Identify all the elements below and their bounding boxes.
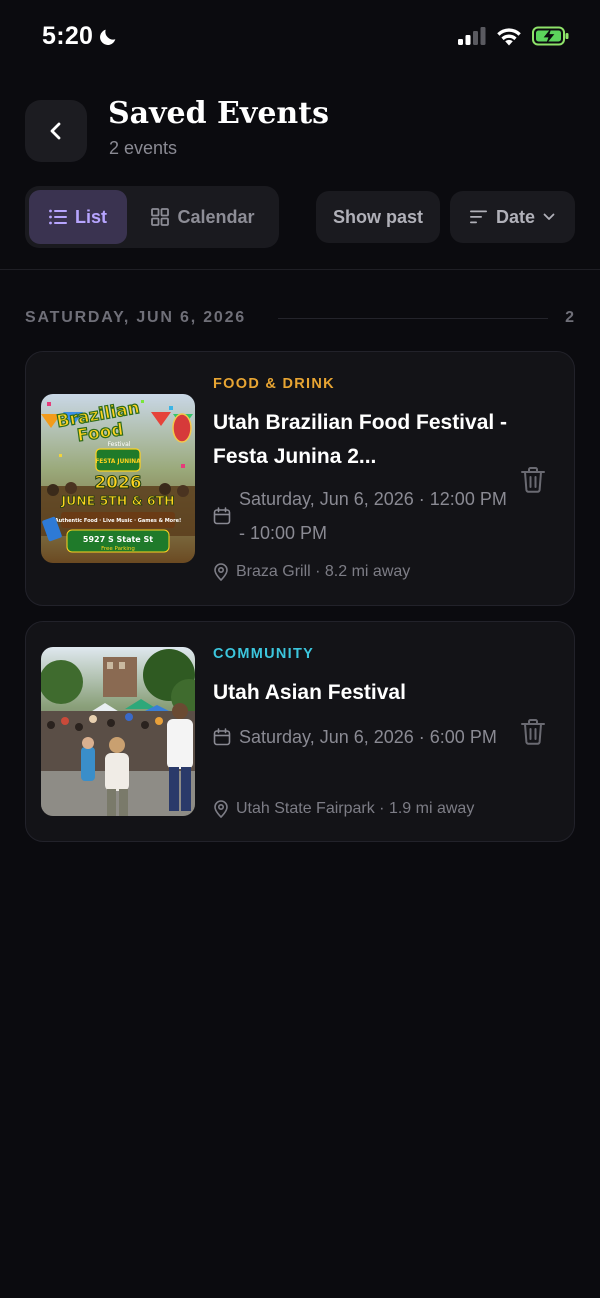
event-thumbnail: Brazilian Food Festival FESTA JUNINA 202… bbox=[41, 394, 195, 563]
page-title: Saved Events bbox=[108, 96, 329, 131]
header-divider bbox=[0, 269, 600, 270]
poster-title-line3: Festival bbox=[108, 441, 131, 448]
event-count-subtitle: 2 events bbox=[109, 138, 178, 158]
back-button[interactable] bbox=[25, 100, 87, 162]
event-card[interactable]: Brazilian Food Festival FESTA JUNINA 202… bbox=[25, 351, 575, 606]
festival-poster-image: Brazilian Food Festival FESTA JUNINA 202… bbox=[41, 394, 195, 563]
poster-features: Authentic Food · Live Music · Games & Mo… bbox=[55, 518, 182, 524]
delete-event-trash-icon[interactable] bbox=[520, 466, 546, 494]
view-calendar-button[interactable]: Calendar bbox=[131, 190, 275, 244]
event-location: Braza Grill · 8.2 mi away bbox=[213, 563, 410, 581]
calendar-icon bbox=[213, 507, 231, 525]
signal-icon bbox=[458, 27, 486, 45]
sort-icon bbox=[469, 210, 487, 224]
chevron-left-icon bbox=[50, 122, 61, 140]
poster-address: 5927 S State St bbox=[83, 535, 153, 544]
moon-icon bbox=[100, 29, 116, 45]
event-category: FOOD & DRINK bbox=[213, 376, 335, 392]
section-divider bbox=[278, 318, 548, 319]
delete-event-trash-icon[interactable] bbox=[520, 718, 546, 746]
event-title: Utah Brazilian Food Festival - Festa Jun… bbox=[213, 411, 508, 468]
show-past-button[interactable]: Show past bbox=[316, 191, 440, 243]
wifi-icon bbox=[497, 28, 521, 46]
event-datetime: Saturday, Jun 6, 2026 · 12:00 PM - 10:00… bbox=[213, 482, 513, 550]
battery-charging-icon bbox=[532, 26, 569, 46]
map-pin-icon bbox=[214, 800, 228, 818]
grid-icon bbox=[151, 208, 170, 226]
view-toggle: List Calendar bbox=[25, 186, 279, 248]
event-thumbnail bbox=[41, 647, 195, 816]
calendar-icon bbox=[213, 728, 231, 746]
poster-parking: Free Parking bbox=[101, 546, 135, 552]
event-category: COMMUNITY bbox=[213, 646, 315, 662]
festival-crowd-photo bbox=[41, 647, 195, 816]
poster-year: 2026 bbox=[94, 473, 141, 493]
event-card[interactable]: COMMUNITY Utah Asian Festival Saturday, … bbox=[25, 621, 575, 842]
event-location: Utah State Fairpark · 1.9 mi away bbox=[213, 800, 474, 818]
section-event-count: 2 bbox=[565, 309, 574, 326]
event-datetime: Saturday, Jun 6, 2026 · 6:00 PM bbox=[213, 720, 513, 754]
sort-date-dropdown[interactable]: Date bbox=[450, 191, 575, 243]
status-icons bbox=[458, 26, 570, 46]
poster-badge: FESTA JUNINA bbox=[95, 459, 141, 465]
map-pin-icon bbox=[214, 563, 228, 581]
event-title: Utah Asian Festival bbox=[213, 681, 406, 704]
view-list-button[interactable]: List bbox=[29, 190, 127, 244]
poster-dates: JUNE 5TH & 6TH bbox=[60, 493, 174, 508]
section-date-header: SATURDAY, JUN 6, 2026 bbox=[25, 309, 246, 326]
list-icon bbox=[49, 209, 67, 225]
status-bar: 5:20 bbox=[0, 0, 600, 78]
chevron-down-icon bbox=[543, 213, 555, 220]
status-time: 5:20 bbox=[42, 22, 119, 51]
